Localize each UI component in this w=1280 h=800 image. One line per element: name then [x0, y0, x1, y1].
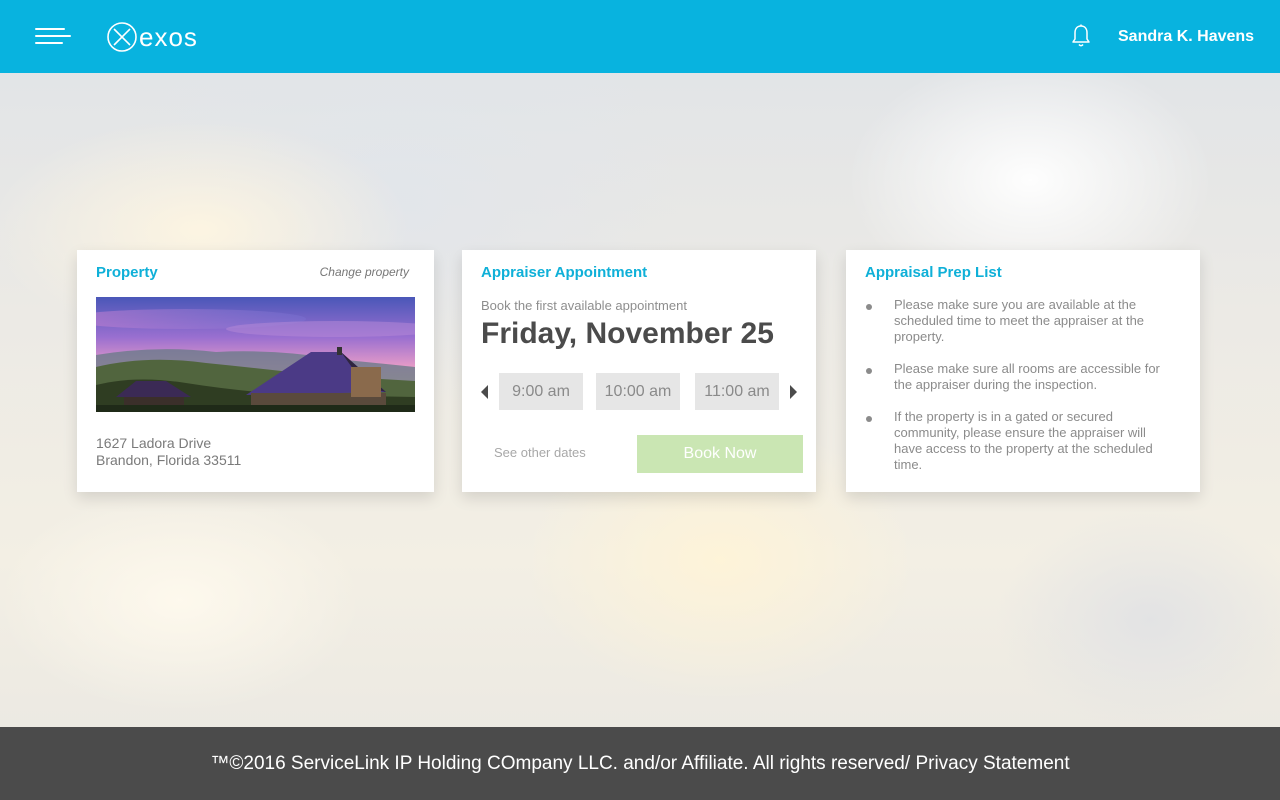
property-card: Property Change property 1627 Ladora Dri… — [77, 250, 434, 492]
property-card-title: Property — [96, 264, 158, 281]
logo-text: exos — [139, 22, 198, 52]
prep-list-item: Please make sure you are available at th… — [865, 297, 1165, 345]
footer: ™©2016 ServiceLink IP Holding COmpany LL… — [0, 727, 1280, 800]
time-slot-1[interactable]: 9:00 am — [499, 373, 583, 410]
copyright-text: ™©2016 ServiceLink IP Holding COmpany LL… — [210, 753, 911, 774]
address-line-2: Brandon, Florida 33511 — [96, 452, 242, 468]
prep-list-title: Appraisal Prep List — [865, 264, 1002, 281]
bell-icon[interactable] — [1071, 24, 1091, 48]
top-header: exos Sandra K. Havens — [0, 0, 1280, 73]
address-line-1: 1627 Ladora Drive — [96, 435, 212, 451]
privacy-statement-link[interactable]: Privacy Statement — [915, 753, 1069, 774]
footer-text: ™©2016 ServiceLink IP Holding COmpany LL… — [0, 753, 1280, 775]
exos-logo[interactable]: exos — [106, 21, 198, 53]
exos-logo-mark-icon — [107, 22, 137, 52]
appointment-card: Appraiser Appointment Book the first ava… — [462, 250, 816, 492]
book-now-button[interactable]: Book Now — [637, 435, 803, 473]
prep-list-card: Appraisal Prep List Please make sure you… — [846, 250, 1200, 492]
appointment-subtitle: Book the first available appointment — [481, 298, 687, 313]
property-address: 1627 Ladora Drive Brandon, Florida 33511 — [96, 435, 241, 469]
change-property-link[interactable]: Change property — [320, 265, 409, 279]
previous-slots-arrow-icon[interactable] — [481, 385, 488, 399]
time-slot-2[interactable]: 10:00 am — [596, 373, 680, 410]
hamburger-menu-icon[interactable] — [35, 27, 73, 47]
time-slot-3[interactable]: 11:00 am — [695, 373, 779, 410]
prep-list: Please make sure you are available at th… — [865, 297, 1165, 489]
user-name[interactable]: Sandra K. Havens — [1118, 28, 1254, 46]
prep-list-item: Please make sure all rooms are accessibl… — [865, 361, 1165, 393]
appointment-date: Friday, November 25 — [481, 317, 774, 350]
prep-list-item: If the property is in a gated or secured… — [865, 409, 1165, 473]
appointment-card-title: Appraiser Appointment — [481, 264, 648, 281]
see-other-dates-link[interactable]: See other dates — [494, 445, 586, 460]
property-photo — [96, 297, 415, 412]
next-slots-arrow-icon[interactable] — [790, 385, 797, 399]
